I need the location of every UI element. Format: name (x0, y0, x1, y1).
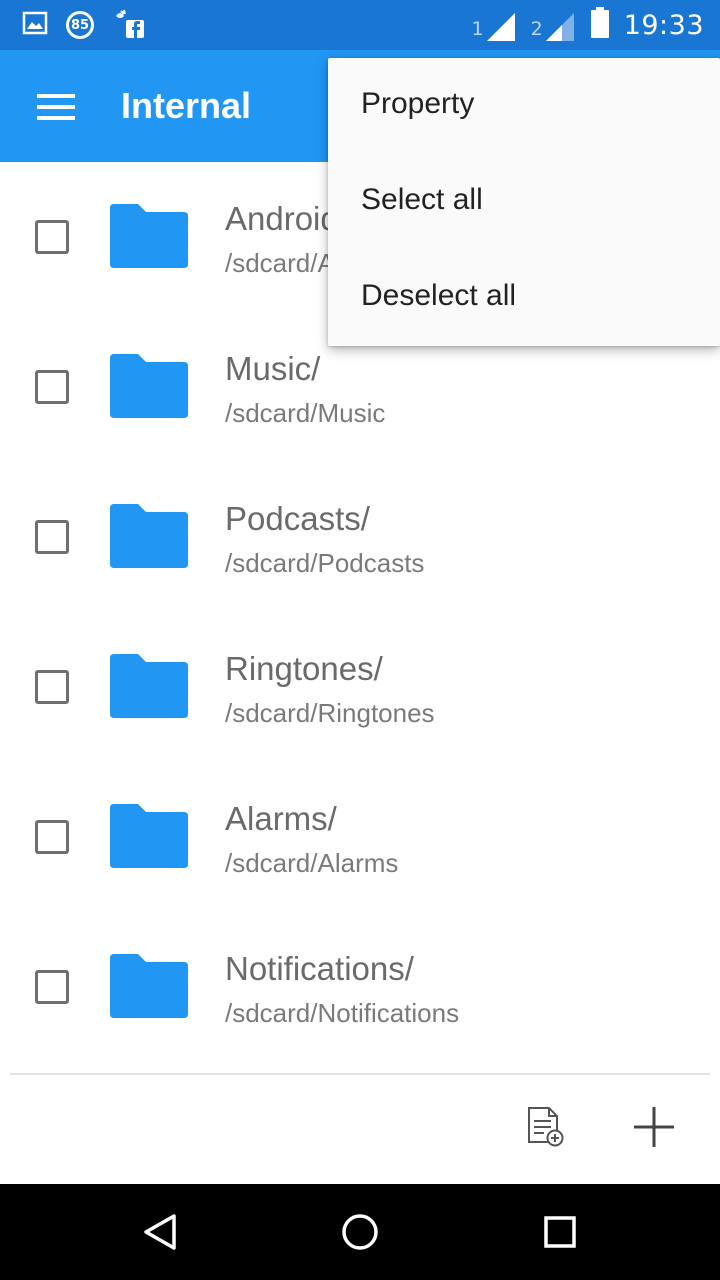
recents-icon[interactable] (543, 1215, 577, 1253)
new-file-icon[interactable] (524, 1106, 566, 1152)
badge-85-icon: 85 (66, 11, 94, 39)
folder-icon (110, 954, 188, 1018)
divider (10, 1073, 710, 1075)
list-item[interactable]: Alarms/ /sdcard/Alarms (0, 762, 720, 912)
file-name: Notifications/ (225, 950, 414, 987)
home-icon[interactable] (341, 1213, 379, 1255)
image-icon (22, 10, 48, 40)
file-name: Music/ (225, 350, 321, 387)
checkbox[interactable] (35, 370, 69, 404)
sim1-label: 1 (471, 18, 484, 40)
file-path: /sdcard/Alarms (225, 848, 399, 878)
list-item[interactable]: Podcasts/ /sdcard/Podcasts (0, 462, 720, 612)
file-path: /sdcard/Notifications (225, 998, 460, 1028)
facebook-notification-icon (112, 6, 146, 44)
menu-item-deselect-all[interactable]: Deselect all (328, 250, 720, 346)
checkbox[interactable] (35, 670, 69, 704)
navigation-bar (0, 1184, 720, 1280)
folder-icon (110, 504, 188, 568)
file-name: Ringtones/ (225, 650, 383, 687)
list-item[interactable]: Notifications/ /sdcard/Notifications (0, 912, 720, 1062)
file-name: Podcasts/ (225, 500, 370, 537)
file-path: /sdcard/Ringtones (225, 698, 435, 728)
checkbox[interactable] (35, 820, 69, 854)
menu-item-select-all[interactable]: Select all (328, 154, 720, 250)
menu-item-label: Property (361, 87, 475, 120)
checkbox[interactable] (35, 970, 69, 1004)
add-icon[interactable] (632, 1105, 676, 1153)
list-item[interactable]: Ringtones/ /sdcard/Ringtones (0, 612, 720, 762)
menu-item-property[interactable]: Property (328, 58, 720, 154)
folder-icon (110, 354, 188, 418)
file-name: Alarms/ (225, 800, 337, 837)
checkbox[interactable] (35, 520, 69, 554)
status-bar: 85 1 2 19:33 (0, 0, 720, 50)
checkbox[interactable] (35, 220, 69, 254)
overflow-menu: Property Select all Deselect all (328, 58, 720, 346)
folder-icon (110, 804, 188, 868)
folder-icon (110, 654, 188, 718)
menu-item-label: Select all (361, 183, 483, 216)
file-path: /sdcard/Podcasts (225, 548, 425, 578)
menu-hamburger-icon[interactable] (37, 94, 75, 120)
sim1-signal-icon: 1 (472, 8, 517, 42)
folder-icon (110, 204, 188, 268)
battery-icon (590, 7, 610, 43)
file-path: /sdcard/Music (225, 398, 386, 428)
page-title: Internal (121, 85, 252, 126)
menu-item-label: Deselect all (361, 279, 517, 312)
sim2-label: 2 (530, 18, 543, 40)
back-icon[interactable] (140, 1212, 180, 1256)
clock: 19:33 (623, 9, 704, 41)
sim2-signal-icon: 2 (531, 8, 576, 42)
